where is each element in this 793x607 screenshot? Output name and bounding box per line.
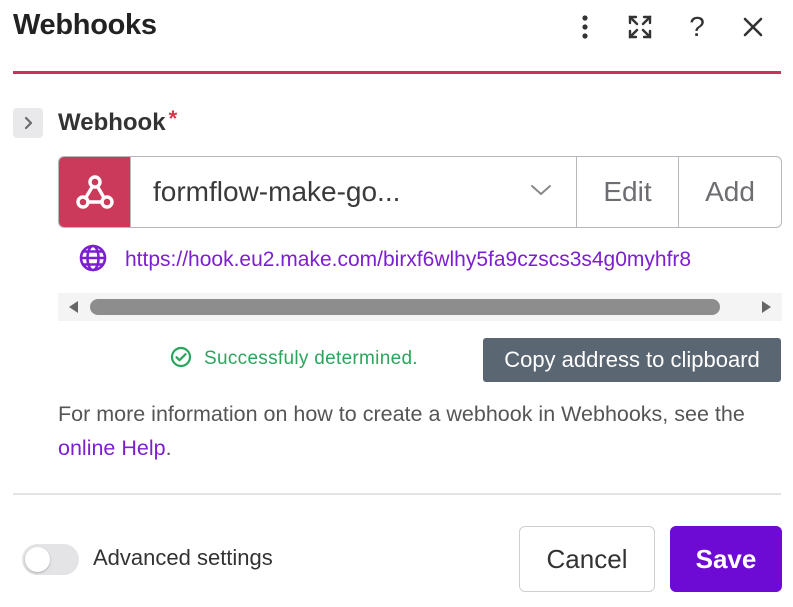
cancel-button[interactable]: Cancel [519, 526, 655, 592]
copy-address-button[interactable]: Copy address to clipboard [483, 338, 781, 382]
webhook-field-label: Webhook [58, 109, 166, 136]
scroll-right-icon[interactable] [761, 300, 773, 319]
webhook-select[interactable]: formflow-make-go... [130, 157, 576, 227]
check-circle-icon [170, 346, 192, 373]
close-icon[interactable] [736, 10, 770, 44]
chevron-right-icon[interactable] [13, 108, 43, 138]
status-text: Successfuly determined. [204, 348, 418, 369]
help-icon[interactable]: ? [680, 10, 714, 44]
scroll-left-icon[interactable] [67, 300, 79, 319]
more-vertical-icon[interactable] [568, 10, 602, 44]
help-info-prefix: For more information on how to create a … [58, 402, 745, 426]
header-divider [13, 71, 781, 74]
required-marker: * [168, 106, 178, 131]
help-info-suffix: . [165, 436, 172, 460]
globe-icon [78, 244, 108, 276]
help-glyph: ? [689, 11, 705, 42]
webhook-selector-group: formflow-make-go... Edit Add [58, 156, 782, 228]
webhook-url-link[interactable]: https://hook.eu2.make.com/birxf6wlhy5fa9… [125, 248, 691, 272]
webhook-field-header: Webhook * [13, 106, 178, 138]
edit-webhook-button[interactable]: Edit [576, 157, 678, 227]
dialog-header: Webhooks ? [0, 0, 793, 60]
webhook-app-icon [59, 157, 130, 227]
chevron-down-icon [530, 183, 552, 202]
determination-status: Successfuly determined. [170, 344, 418, 374]
maximize-icon[interactable] [623, 10, 657, 44]
footer-divider [13, 493, 781, 495]
webhook-select-value: formflow-make-go... [153, 176, 401, 207]
add-webhook-button[interactable]: Add [678, 157, 781, 227]
save-button[interactable]: Save [670, 526, 782, 592]
help-info-text: For more information on how to create a … [58, 397, 788, 465]
horizontal-scrollbar[interactable] [58, 293, 782, 321]
webhook-url-row: https://hook.eu2.make.com/birxf6wlhy5fa9… [78, 244, 782, 276]
scrollbar-thumb[interactable] [90, 299, 720, 315]
advanced-settings-label: Advanced settings [93, 545, 273, 570]
online-help-link[interactable]: online Help [58, 436, 166, 460]
advanced-settings-toggle[interactable] [22, 544, 79, 575]
dialog-title: Webhooks [13, 9, 157, 41]
toggle-knob [25, 547, 50, 572]
